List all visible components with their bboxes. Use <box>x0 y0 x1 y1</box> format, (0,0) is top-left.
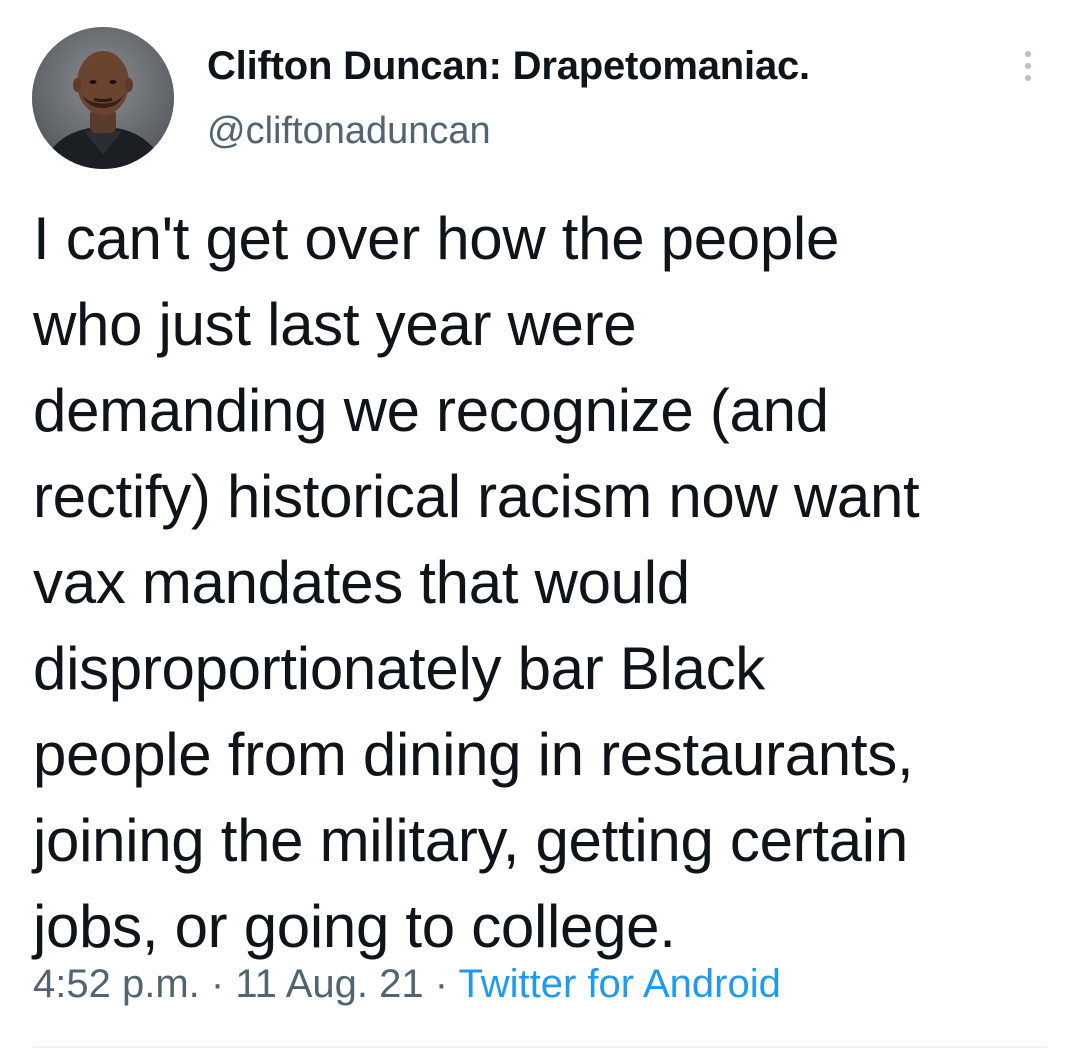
tweet-text-line: who just last year were <box>33 291 637 358</box>
author-display-name[interactable]: Clifton Duncan: Drapetomaniac. <box>207 44 810 89</box>
avatar[interactable] <box>32 27 174 169</box>
tweet-date[interactable]: 11 Aug. 21 <box>235 962 423 1006</box>
profile-photo-icon <box>32 27 174 169</box>
tweet-text-line: vax mandates that would <box>33 549 690 616</box>
tweet-text: I can't get over how the people who just… <box>33 196 1073 970</box>
tweet-text-line: rectify) historical racism now want <box>33 463 920 530</box>
tweet-text-line: demanding we recognize (and <box>33 377 829 444</box>
tweet-text-line: disproportionately bar Black <box>33 635 765 702</box>
tweet-metadata: 4:52 p.m. · 11 Aug. 21 · Twitter for And… <box>33 962 781 1007</box>
tweet-text-line: people from dining in restaurants, <box>33 721 914 788</box>
tweet-text-line: I can't get over how the people <box>33 205 840 272</box>
author-handle[interactable]: @cliftonaduncan <box>207 110 491 153</box>
tweet-source-link[interactable]: Twitter for Android <box>458 962 780 1006</box>
more-options-button[interactable] <box>1008 44 1048 88</box>
more-vertical-icon <box>1025 51 1031 57</box>
tweet-text-line: jobs, or going to college. <box>33 893 676 960</box>
tweet: Clifton Duncan: Drapetomaniac. @cliftona… <box>0 0 1080 1058</box>
tweet-text-line: joining the military, getting certain <box>33 807 908 874</box>
tweet-time[interactable]: 4:52 p.m. <box>33 962 200 1006</box>
divider <box>33 1046 1047 1048</box>
more-vertical-icon-dot <box>1025 75 1031 81</box>
more-vertical-icon-dot <box>1025 63 1031 69</box>
meta-separator: · <box>423 962 459 1006</box>
meta-separator: · <box>199 962 236 1006</box>
